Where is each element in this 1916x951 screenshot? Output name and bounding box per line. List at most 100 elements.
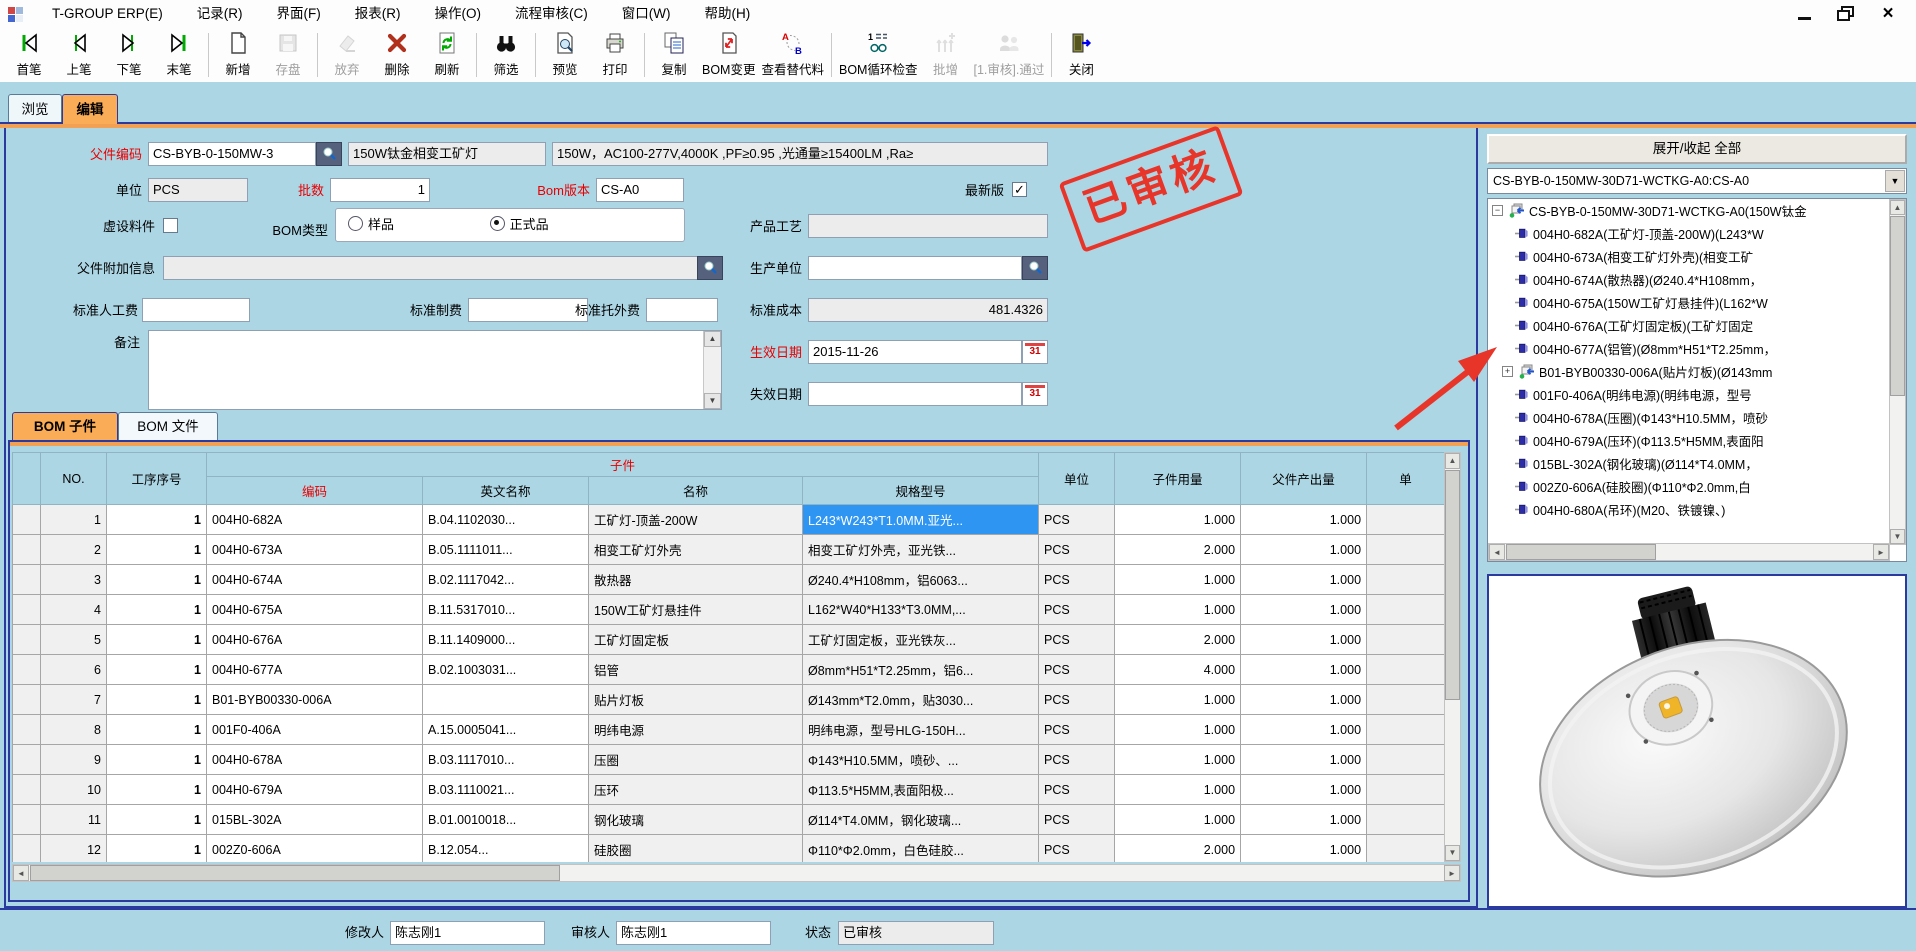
parent-code-lookup-button[interactable] <box>316 142 342 166</box>
cell-en[interactable]: B.11.1409000... <box>423 625 589 655</box>
menu-item-5[interactable]: 流程审核(C) <box>498 1 605 27</box>
cell-out[interactable]: 1.000 <box>1241 565 1367 595</box>
col-header-last[interactable]: 单 <box>1367 453 1444 505</box>
cell-code[interactable]: 001F0-406A <box>207 715 423 745</box>
cell-last[interactable] <box>1367 505 1444 535</box>
cell-en[interactable]: B.02.1003031... <box>423 655 589 685</box>
cell-en[interactable]: B.12.054... <box>423 835 589 863</box>
prod-unit-field[interactable] <box>808 256 1022 280</box>
cell-en[interactable]: B.03.1117010... <box>423 745 589 775</box>
tree-item[interactable]: 004H0-676A(工矿灯固定板)(工矿灯固定 <box>1488 314 1906 337</box>
scroll-left-icon[interactable]: ◄ <box>1489 544 1505 560</box>
cell-qty[interactable]: 1.000 <box>1115 685 1241 715</box>
cell-qty[interactable]: 2.000 <box>1115 835 1241 863</box>
cell-code[interactable]: 004H0-676A <box>207 625 423 655</box>
table-row[interactable]: 61004H0-677AB.02.1003031...铝管Ø8mm*H51*T2… <box>13 655 1445 685</box>
cell-unit[interactable]: PCS <box>1039 625 1115 655</box>
cell-seq[interactable]: 1 <box>107 745 207 775</box>
cell-spec[interactable]: Ø8mm*H51*T2.25mm，铝6... <box>803 655 1039 685</box>
cell-out[interactable]: 1.000 <box>1241 715 1367 745</box>
cell-unit[interactable]: PCS <box>1039 655 1115 685</box>
cell-spec[interactable]: Φ110*Φ2.0mm，白色硅胶... <box>803 835 1039 863</box>
remark-textarea[interactable]: ▲ ▼ <box>148 330 722 410</box>
menu-item-2[interactable]: 界面(F) <box>260 1 338 27</box>
cell-last[interactable] <box>1367 535 1444 565</box>
cell-ind[interactable] <box>13 805 41 835</box>
cell-ind[interactable] <box>13 685 41 715</box>
phantom-checkbox[interactable] <box>163 218 178 233</box>
cell-out[interactable]: 1.000 <box>1241 505 1367 535</box>
cell-seq[interactable]: 1 <box>107 505 207 535</box>
cell-en[interactable]: B.01.0010018... <box>423 805 589 835</box>
menu-item-0[interactable]: T-GROUP ERP(E) <box>35 1 180 27</box>
col-header-spec[interactable]: 规格型号 <box>803 477 1039 505</box>
table-row[interactable]: 101004H0-679AB.03.1110021...压环Φ113.5*H5M… <box>13 775 1445 805</box>
toolbar-button-close-door[interactable]: 关闭 <box>1056 29 1106 81</box>
cell-unit[interactable]: PCS <box>1039 805 1115 835</box>
cell-unit[interactable]: PCS <box>1039 835 1115 863</box>
cell-no[interactable]: 7 <box>41 685 107 715</box>
toolbar-button-preview[interactable]: 预览 <box>540 29 590 81</box>
cell-code[interactable]: 015BL-302A <box>207 805 423 835</box>
cell-no[interactable]: 4 <box>41 595 107 625</box>
cell-seq[interactable]: 1 <box>107 565 207 595</box>
cell-unit[interactable]: PCS <box>1039 685 1115 715</box>
cell-last[interactable] <box>1367 745 1444 775</box>
cell-seq[interactable]: 1 <box>107 715 207 745</box>
cell-unit[interactable]: PCS <box>1039 595 1115 625</box>
toolbar-button-nav-last[interactable]: 末笔 <box>154 29 204 81</box>
cell-spec[interactable]: Ø240.4*H108mm，铝6063... <box>803 565 1039 595</box>
cell-qty[interactable]: 1.000 <box>1115 595 1241 625</box>
cell-unit[interactable]: PCS <box>1039 505 1115 535</box>
cell-qty[interactable]: 1.000 <box>1115 505 1241 535</box>
col-header-no[interactable]: NO. <box>41 453 107 505</box>
toolbar-button-nav-prev[interactable]: 上笔 <box>54 29 104 81</box>
toolbar-button-filter[interactable]: 筛选 <box>481 29 531 81</box>
col-header-code[interactable]: 编码 <box>207 477 423 505</box>
tab-bom-children[interactable]: BOM 子件 <box>12 412 118 440</box>
cell-en[interactable]: B.04.1102030... <box>423 505 589 535</box>
scroll-right-icon[interactable]: ► <box>1873 544 1889 560</box>
cell-out[interactable]: 1.000 <box>1241 835 1367 863</box>
toolbar-button-nav-next[interactable]: 下笔 <box>104 29 154 81</box>
expire-calendar-button[interactable]: 31 <box>1022 382 1048 406</box>
tree-item[interactable]: −CS-BYB-0-150MW-30D71-WCTKG-A0(150W钛金 <box>1488 199 1906 222</box>
cell-en[interactable]: B.11.5317010... <box>423 595 589 625</box>
cell-last[interactable] <box>1367 655 1444 685</box>
cell-out[interactable]: 1.000 <box>1241 625 1367 655</box>
cell-unit[interactable]: PCS <box>1039 715 1115 745</box>
cell-ind[interactable] <box>13 835 41 863</box>
cell-last[interactable] <box>1367 805 1444 835</box>
toolbar-button-new-doc[interactable]: 新增 <box>213 29 263 81</box>
cell-code[interactable]: 004H0-673A <box>207 535 423 565</box>
toolbar-button-delete[interactable]: 删除 <box>372 29 422 81</box>
cell-en[interactable]: B.05.1111011... <box>423 535 589 565</box>
cell-seq[interactable]: 1 <box>107 775 207 805</box>
cell-ind[interactable] <box>13 565 41 595</box>
table-row[interactable]: 111015BL-302AB.01.0010018...钢化玻璃Ø114*T4.… <box>13 805 1445 835</box>
cell-qty[interactable]: 1.000 <box>1115 715 1241 745</box>
cell-last[interactable] <box>1367 565 1444 595</box>
cell-seq[interactable]: 1 <box>107 685 207 715</box>
menu-item-3[interactable]: 报表(R) <box>338 1 418 27</box>
cell-no[interactable]: 1 <box>41 505 107 535</box>
cell-code[interactable]: B01-BYB00330-006A <box>207 685 423 715</box>
cell-code[interactable]: 004H0-679A <box>207 775 423 805</box>
tab-bom-files[interactable]: BOM 文件 <box>118 412 218 440</box>
cell-code[interactable]: 004H0-674A <box>207 565 423 595</box>
toolbar-button-bom-change[interactable]: BOM变更 <box>699 29 758 81</box>
cell-out[interactable]: 1.000 <box>1241 805 1367 835</box>
cell-out[interactable]: 1.000 <box>1241 685 1367 715</box>
cell-seq[interactable]: 1 <box>107 595 207 625</box>
cell-spec[interactable]: 工矿灯固定板，亚光铁灰... <box>803 625 1039 655</box>
tab-edit[interactable]: 编辑 <box>62 94 118 124</box>
grid-vscrollbar[interactable]: ▲ ▼ <box>1444 452 1461 862</box>
tab-browse[interactable]: 浏览 <box>8 94 62 124</box>
scroll-up-icon[interactable]: ▲ <box>1445 453 1460 469</box>
cell-ind[interactable] <box>13 775 41 805</box>
cell-seq[interactable]: 1 <box>107 805 207 835</box>
cell-name[interactable]: 钢化玻璃 <box>589 805 803 835</box>
cell-name[interactable]: 铝管 <box>589 655 803 685</box>
cell-unit[interactable]: PCS <box>1039 775 1115 805</box>
toolbar-button-nav-first[interactable]: 首笔 <box>4 29 54 81</box>
